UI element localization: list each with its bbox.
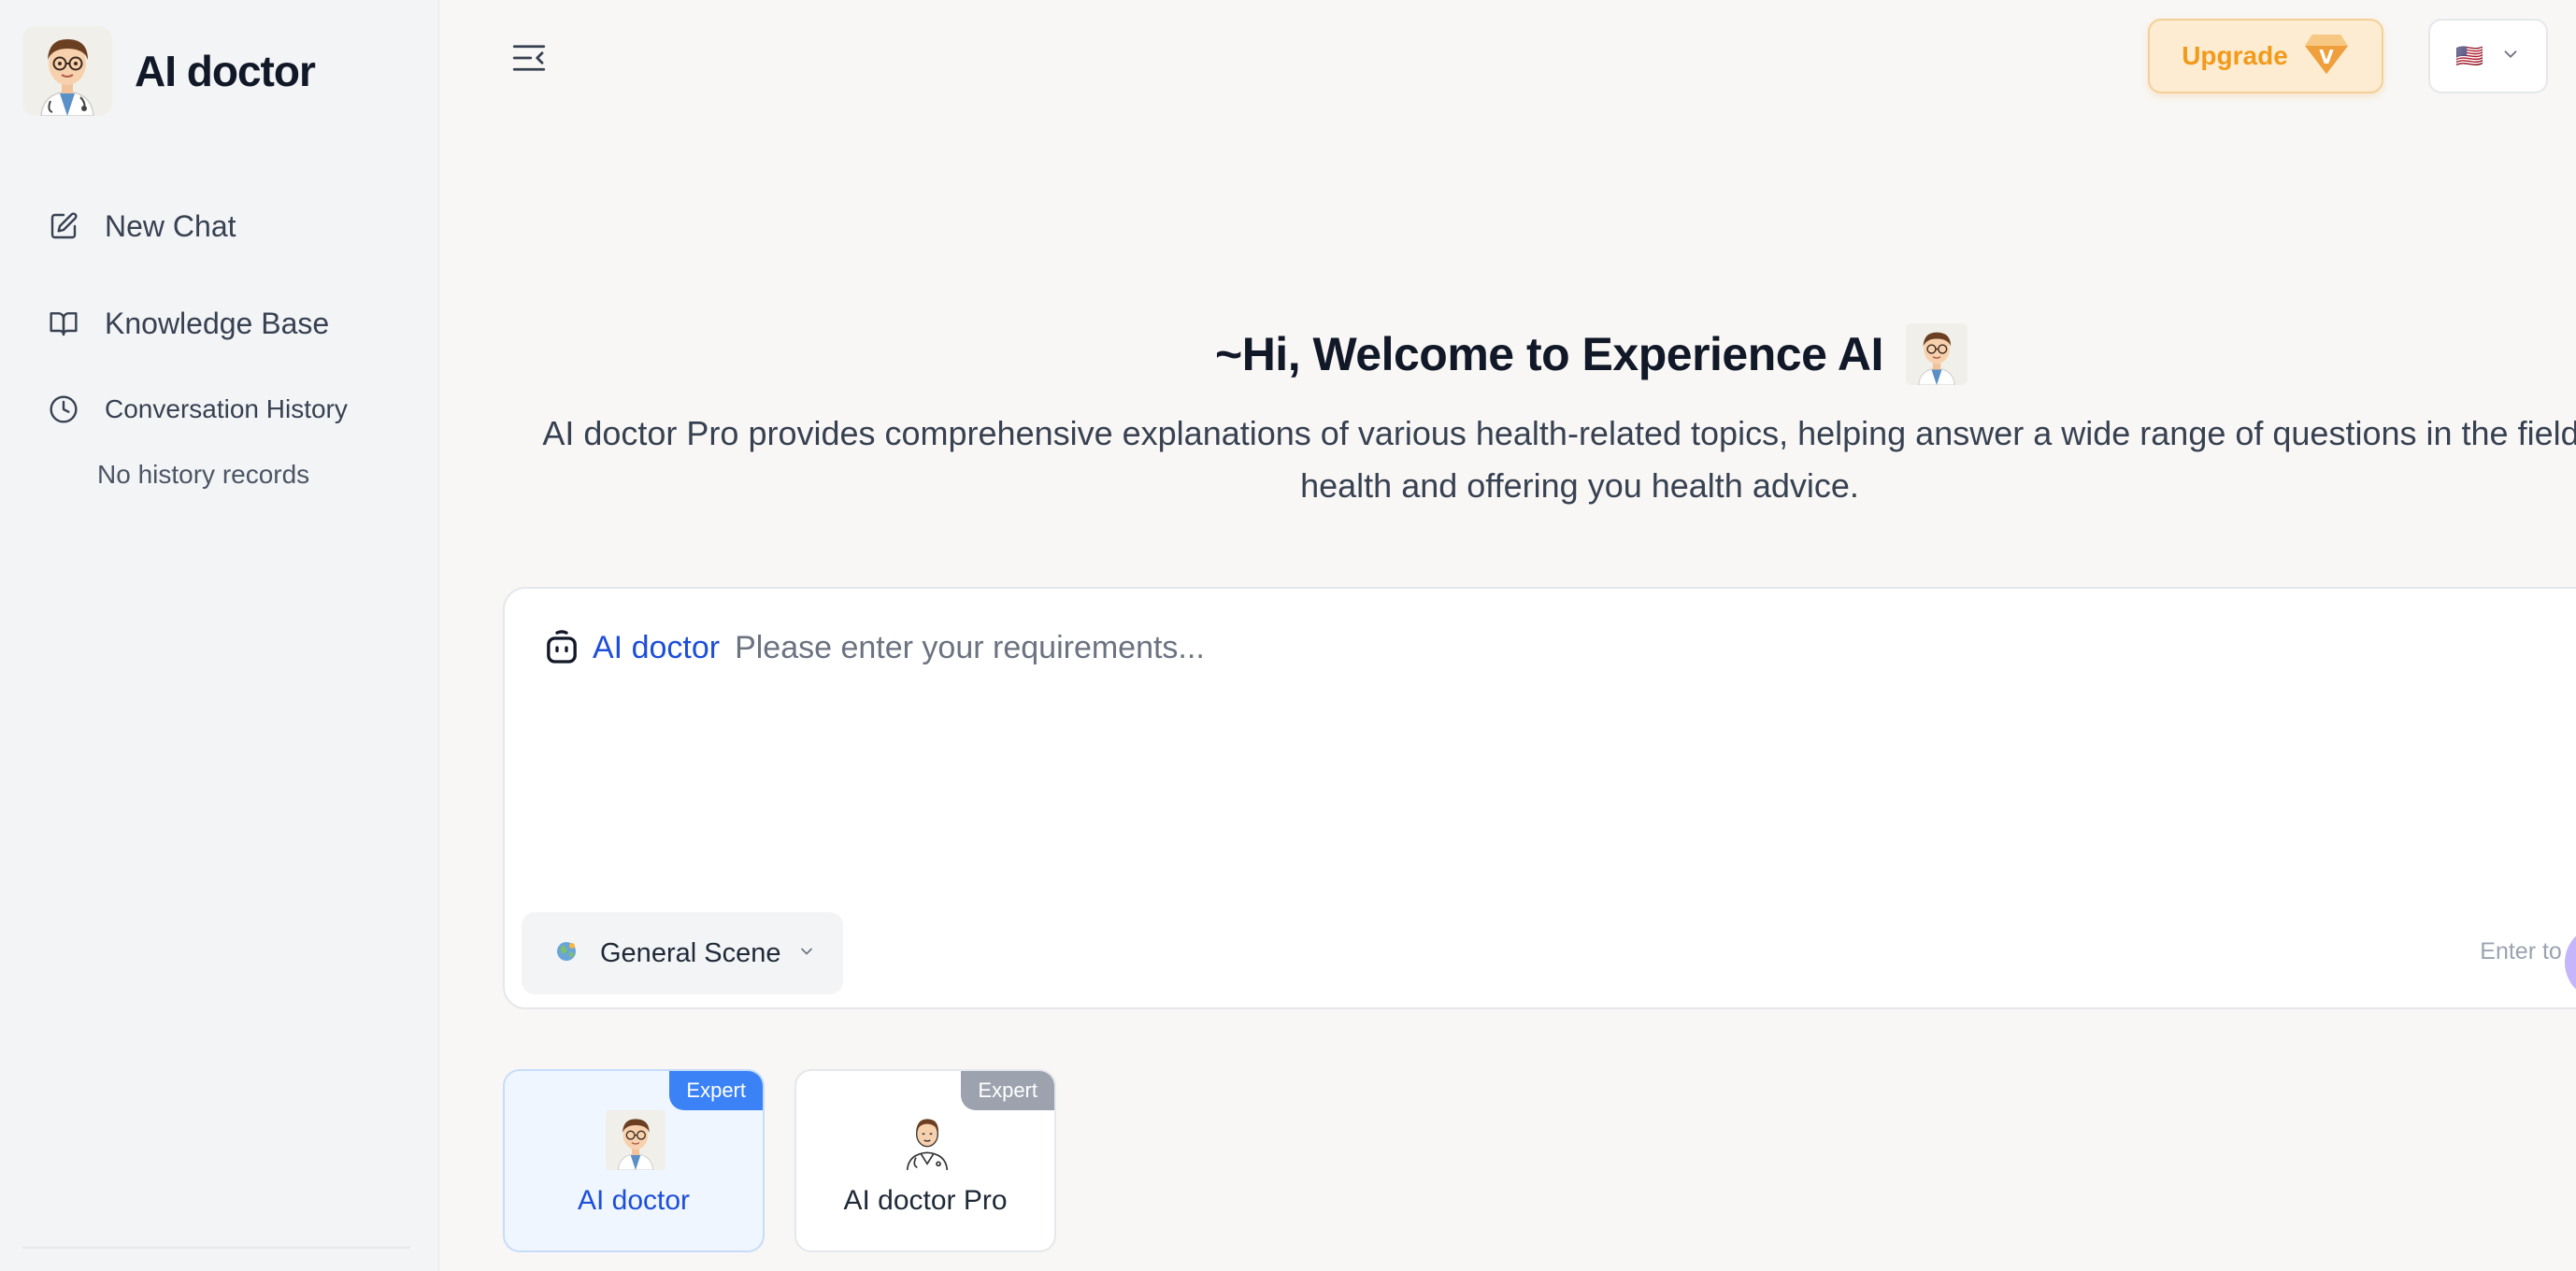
send-hint: Enter to send — [1467, 938, 2576, 965]
history-empty-text: No history records — [97, 460, 310, 489]
doctor-avatar-logo — [22, 26, 112, 116]
doctor-avatar-icon — [606, 1110, 665, 1170]
sidebar-item-knowledge-base[interactable]: Knowledge Base — [45, 275, 409, 372]
welcome-subtitle: AI doctor Pro provides comprehensive exp… — [542, 414, 2576, 505]
scene-select[interactable]: General Scene — [522, 912, 843, 994]
scene-globe-icon — [553, 938, 580, 969]
app-title: AI doctor — [135, 47, 316, 95]
edit-icon — [45, 207, 82, 245]
expert-badge: Expert — [961, 1071, 1054, 1110]
sidebar-item-conversation-history[interactable]: Conversation History — [45, 372, 409, 447]
composer-input-row: AI doctor — [542, 624, 2231, 671]
svg-text:V: V — [2319, 46, 2334, 68]
collapse-menu-icon — [509, 38, 549, 82]
clock-icon — [45, 391, 82, 428]
sidebar-nav: New Chat Knowledge Base Conversation His… — [45, 178, 409, 503]
scene-select-label: General Scene — [600, 937, 781, 968]
welcome-heading: ~Hi, Welcome to Experience AI — [1215, 323, 1968, 385]
sidebar-divider — [22, 1247, 410, 1249]
us-flag-icon: 🇺🇸 — [2455, 43, 2483, 69]
expert-name: AI doctor — [577, 1185, 691, 1216]
expert-card-ai-doctor-pro[interactable]: Expert AI doctor Pro — [794, 1069, 1056, 1252]
send-hint-text: Enter to send — [2480, 938, 2576, 964]
sidebar-item-label: Conversation History — [105, 394, 348, 423]
upgrade-label: Upgrade — [2182, 41, 2288, 70]
book-icon — [45, 305, 82, 342]
sidebar-item-new-chat[interactable]: New Chat — [45, 178, 409, 275]
sidebar-item-label: New Chat — [105, 208, 236, 243]
welcome-title: ~Hi, Welcome to Experience AI — [1215, 328, 1883, 380]
chevron-down-icon — [797, 942, 816, 965]
doctor-line-avatar-icon — [897, 1110, 957, 1170]
brand[interactable]: AI doctor — [22, 26, 316, 116]
send-button[interactable] — [2565, 925, 2576, 1000]
upgrade-button[interactable]: Upgrade V — [2148, 19, 2383, 93]
expert-name: AI doctor Pro — [843, 1185, 1008, 1216]
doctor-avatar-icon — [1905, 323, 1968, 385]
expert-card-ai-doctor[interactable]: Expert AI doctor — [503, 1069, 765, 1252]
chevron-down-icon — [2500, 44, 2521, 69]
robot-icon — [542, 628, 581, 667]
language-selector[interactable]: 🇺🇸 — [2428, 19, 2548, 93]
collapse-sidebar-button[interactable] — [505, 36, 553, 84]
agent-name-label: AI doctor — [593, 629, 721, 665]
sidebar-item-label: Knowledge Base — [105, 306, 330, 340]
vip-diamond-icon: V — [2303, 33, 2350, 80]
expert-badge: Expert — [669, 1071, 763, 1110]
chat-composer: AI doctor General Scene Enter to send — [503, 587, 2576, 1009]
sidebar: AI doctor New Chat Knowledge Base Conver… — [0, 0, 439, 1271]
requirements-input[interactable] — [735, 624, 2231, 671]
